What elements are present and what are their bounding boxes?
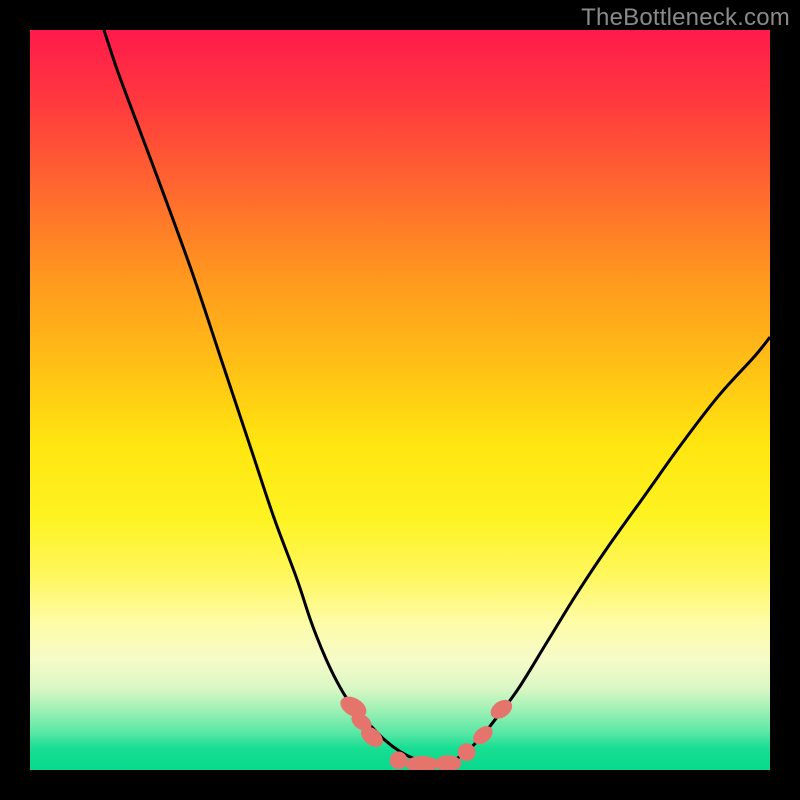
chart-frame: TheBottleneck.com xyxy=(0,0,800,800)
watermark-text: TheBottleneck.com xyxy=(581,4,790,32)
gradient-plot-area xyxy=(30,30,770,770)
